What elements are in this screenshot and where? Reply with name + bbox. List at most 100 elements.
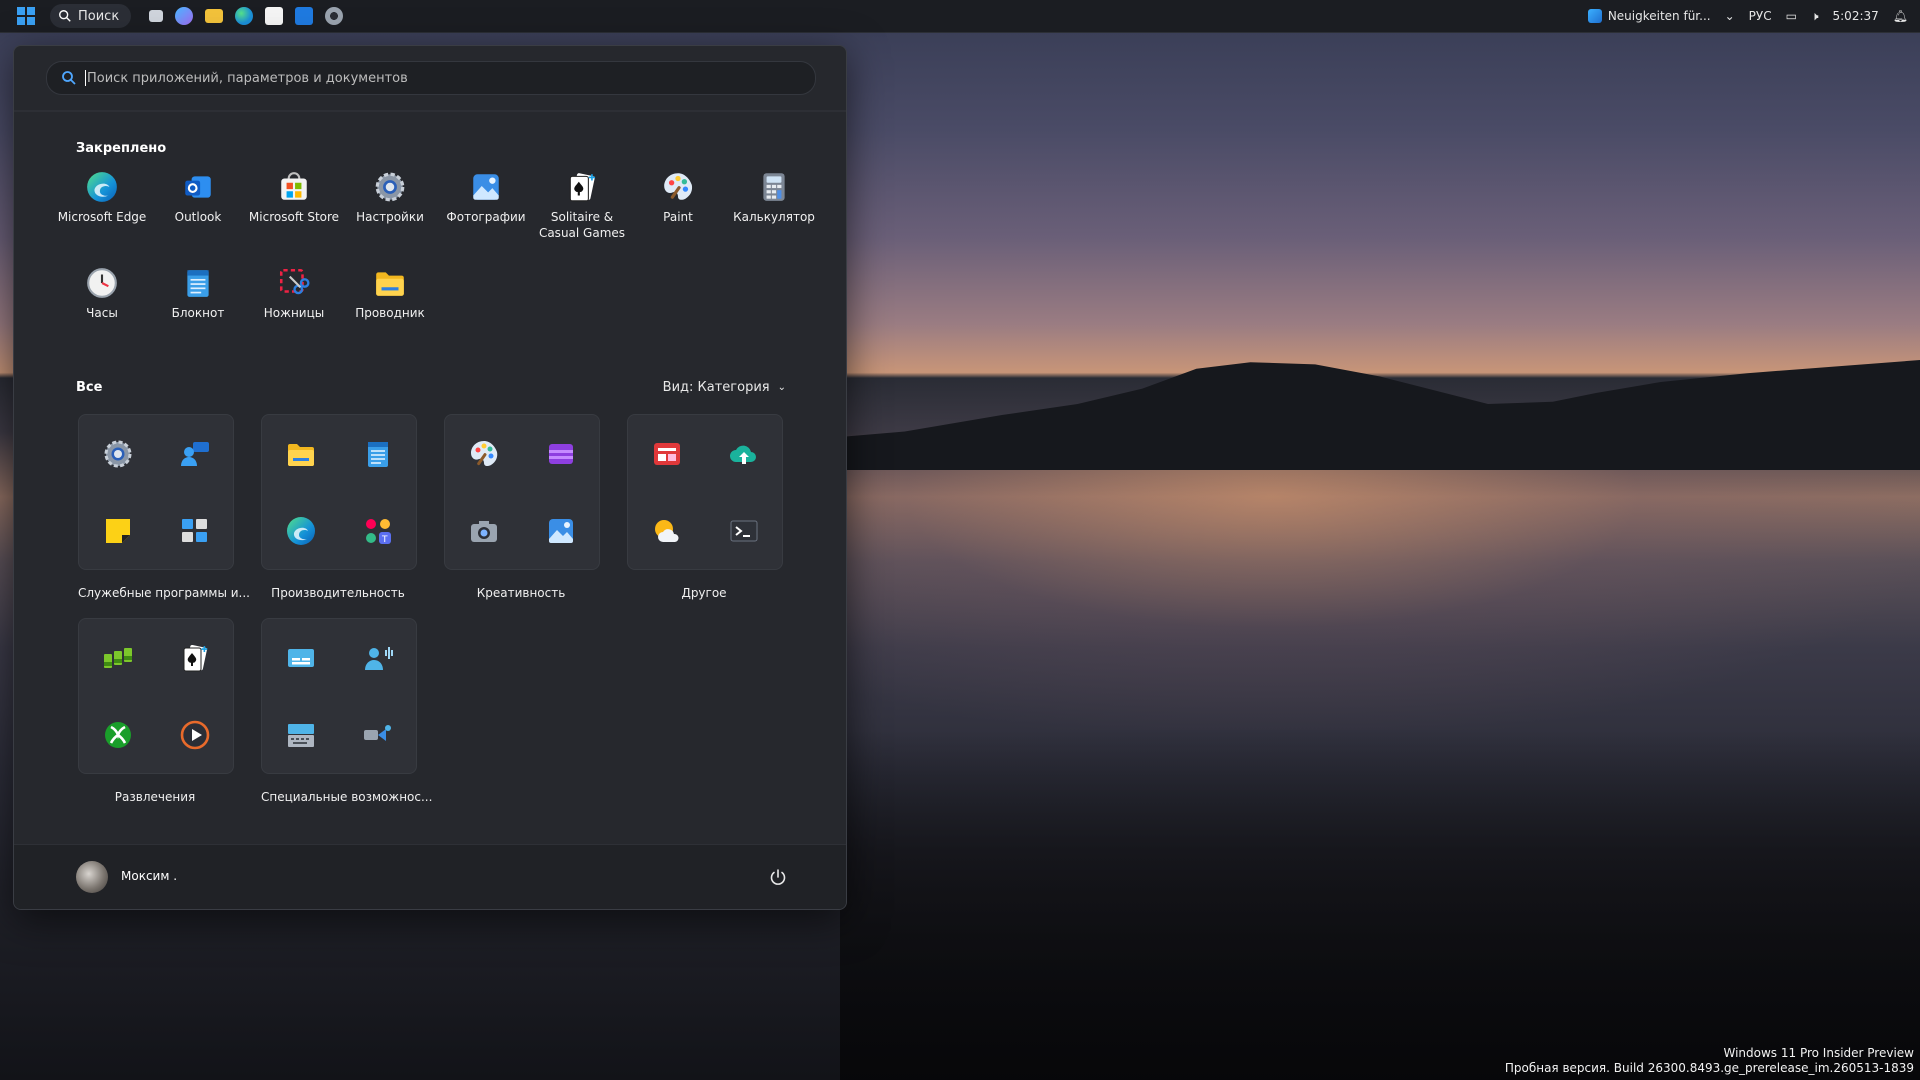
start-search-input[interactable]: Поиск приложений, параметров и документо… xyxy=(46,61,816,95)
file-explorer-icon[interactable] xyxy=(205,9,224,23)
category-icons[interactable] xyxy=(261,618,417,774)
pinned-app-label: Microsoft Edge xyxy=(57,210,147,224)
pinned-title: Закреплено xyxy=(76,141,167,156)
outlook-icon[interactable] xyxy=(295,7,314,25)
pinned-app-outlook[interactable]: Outlook xyxy=(150,166,246,254)
outlook-icon xyxy=(181,170,215,204)
avatar[interactable] xyxy=(76,861,108,893)
network-icon[interactable]: ▭ xyxy=(1786,9,1797,23)
clock[interactable]: 5:02:37 xyxy=(1833,9,1879,23)
category-name: Другое xyxy=(681,586,727,600)
settings-icon[interactable] xyxy=(79,415,156,492)
media-player-icon[interactable] xyxy=(156,696,233,773)
file-explorer-icon xyxy=(373,266,407,300)
svg-text:✚: ✚ xyxy=(201,645,208,654)
pinned-app-notepad[interactable]: Блокнот xyxy=(150,262,246,350)
svg-text:✚: ✚ xyxy=(588,174,595,184)
chevron-up-icon[interactable]: ⌄ xyxy=(1725,9,1735,23)
quick-assist-icon[interactable] xyxy=(156,415,233,492)
voice-access-icon[interactable] xyxy=(339,619,416,696)
clipchamp-icon[interactable] xyxy=(522,415,599,492)
category-folder[interactable]: T Производительность xyxy=(261,414,417,600)
solitaire-bar-icon[interactable] xyxy=(79,619,156,696)
teams-icon[interactable]: T xyxy=(339,492,416,569)
pinned-app-label: Paint xyxy=(663,210,693,224)
photos-icon xyxy=(469,170,503,204)
sticky-notes-icon[interactable] xyxy=(79,492,156,569)
news-widget[interactable]: Neuigkeiten für... xyxy=(1587,9,1711,23)
category-name: Служебные программы и... xyxy=(78,586,250,600)
category-folder[interactable]: Служебные программы и... xyxy=(78,414,250,600)
store-icon xyxy=(277,170,311,204)
weather-icon[interactable] xyxy=(628,492,705,569)
news-icon xyxy=(1587,9,1602,23)
language-indicator[interactable]: РУС xyxy=(1749,9,1772,23)
category-icons[interactable]: T xyxy=(261,414,417,570)
power-icon[interactable] xyxy=(768,867,788,887)
remote-desktop-icon[interactable] xyxy=(156,492,233,569)
task-view-icon[interactable] xyxy=(149,10,164,22)
pinned-app-file-explorer[interactable]: Проводник xyxy=(342,262,438,350)
pinned-app-clock[interactable]: Часы xyxy=(54,262,150,350)
category-folder[interactable]: Другое xyxy=(627,414,783,600)
category-name: Специальные возможнос... xyxy=(261,790,433,804)
pinned-app-settings[interactable]: Настройки xyxy=(342,166,438,254)
search-icon xyxy=(59,10,71,22)
start-button[interactable] xyxy=(10,2,42,30)
settings-icon[interactable] xyxy=(325,7,344,25)
live-captions-icon[interactable] xyxy=(262,619,339,696)
photos-icon[interactable] xyxy=(522,492,599,569)
watermark-line1: Windows 11 Pro Insider Preview xyxy=(1723,1046,1914,1060)
pinned-app-label: Блокнот xyxy=(171,306,225,320)
pinned-app-photos[interactable]: Фотографии xyxy=(438,166,534,254)
xbox-icon[interactable] xyxy=(79,696,156,773)
notification-bell-icon[interactable]: 🔔︎ xyxy=(1893,9,1908,23)
pinned-app-calculator[interactable]: Калькулятор xyxy=(726,166,822,254)
category-icons[interactable] xyxy=(444,414,600,570)
camera-icon[interactable] xyxy=(445,492,522,569)
category-icons[interactable]: ✚ xyxy=(78,618,234,774)
cloud-upload-icon[interactable] xyxy=(705,415,782,492)
category-icons[interactable] xyxy=(627,414,783,570)
volume-icon[interactable]: 🕨 xyxy=(1811,9,1819,24)
text-caret xyxy=(85,70,86,86)
edge-icon xyxy=(85,170,119,204)
pinned-app-edge[interactable]: Microsoft Edge xyxy=(54,166,150,254)
category-folder[interactable]: Креативность xyxy=(444,414,600,600)
pinned-app-snipping-tool[interactable]: Ножницы xyxy=(246,262,342,350)
insider-watermark: Windows 11 Pro Insider Preview Пробная в… xyxy=(1505,1046,1914,1076)
chevron-down-icon: ⌄ xyxy=(777,382,786,393)
on-screen-keyboard-icon[interactable] xyxy=(262,696,339,773)
news-icon[interactable] xyxy=(628,415,705,492)
search-icon xyxy=(62,71,76,85)
pinned-app-label: Калькулятор xyxy=(733,210,815,224)
pinned-app-label: Solitaire & Casual Games xyxy=(538,210,626,240)
notepad-icon[interactable] xyxy=(339,415,416,492)
narrator-icon[interactable] xyxy=(339,696,416,773)
start-menu: Поиск приложений, параметров и документо… xyxy=(13,45,847,910)
category-folder[interactable]: ✚ Развлечения xyxy=(78,618,234,804)
pinned-app-label: Ножницы xyxy=(263,306,325,320)
taskbar-search-button[interactable]: Поиск xyxy=(50,4,132,28)
pinned-app-paint[interactable]: Paint xyxy=(630,166,726,254)
pinned-app-label: Outlook xyxy=(174,210,222,224)
category-folder[interactable]: Специальные возможнос... xyxy=(261,618,433,804)
category-icons[interactable] xyxy=(78,414,234,570)
pinned-app-label: Microsoft Store xyxy=(248,210,340,224)
paint-icon[interactable] xyxy=(445,415,522,492)
pinned-app-store[interactable]: Microsoft Store xyxy=(246,166,342,254)
solitaire-icon[interactable]: ✚ xyxy=(156,619,233,696)
notepad-icon xyxy=(181,266,215,300)
view-category-button[interactable]: Вид: Категория ⌄ xyxy=(663,380,786,395)
windows-logo-icon xyxy=(17,7,35,25)
file-explorer-icon[interactable] xyxy=(262,415,339,492)
user-name[interactable]: Моксим . xyxy=(121,869,177,883)
start-footer: Моксим . xyxy=(14,844,846,909)
widgets-icon[interactable] xyxy=(175,7,194,25)
category-name: Развлечения xyxy=(114,790,196,804)
store-icon[interactable] xyxy=(265,7,284,25)
terminal-icon[interactable] xyxy=(705,492,782,569)
pinned-app-solitaire[interactable]: ✚ Solitaire & Casual Games xyxy=(534,166,630,254)
edge-icon[interactable] xyxy=(262,492,339,569)
edge-icon[interactable] xyxy=(235,7,254,25)
